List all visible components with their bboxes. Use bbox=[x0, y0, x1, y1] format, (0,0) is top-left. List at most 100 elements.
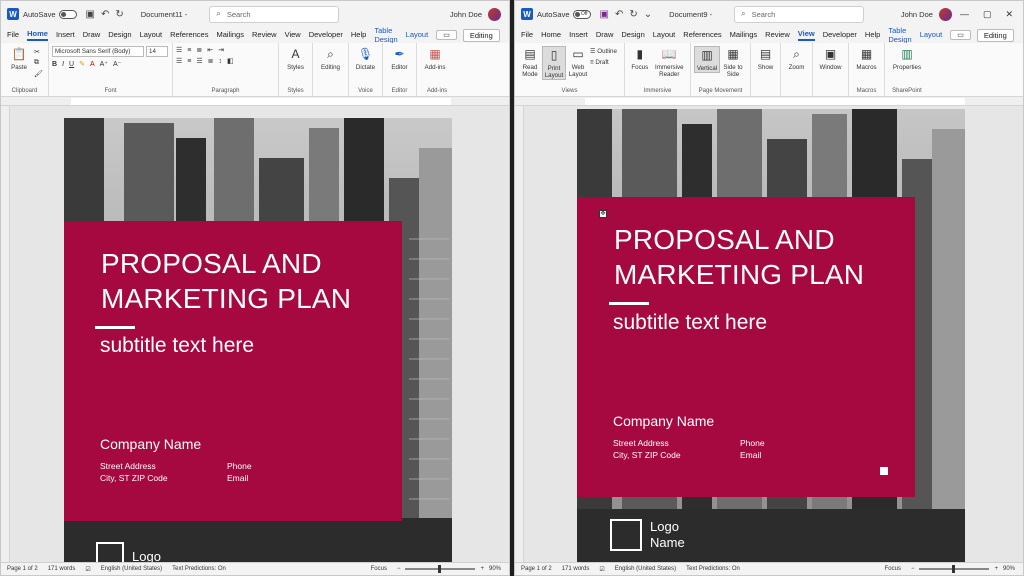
horizontal-ruler[interactable] bbox=[1, 97, 509, 106]
side-to-side-button[interactable]: ▦ Side to Side bbox=[720, 46, 746, 79]
zoom-slider[interactable] bbox=[405, 565, 476, 573]
contact-block[interactable]: Phone Email bbox=[740, 437, 765, 461]
addins-button[interactable]: ▦ Add-ins bbox=[420, 46, 450, 72]
window-button[interactable]: ▣ Window bbox=[816, 46, 845, 72]
redo-icon[interactable]: ↻ bbox=[629, 9, 637, 20]
table-move-handle[interactable]: ✥ bbox=[599, 210, 607, 218]
word-count[interactable]: 171 words bbox=[562, 566, 590, 572]
document-title[interactable]: PROPOSAL AND MARKETING PLAN bbox=[101, 246, 351, 316]
align-left-icon[interactable]: ☰ bbox=[176, 57, 182, 65]
font-size-up-icon[interactable]: A⁺ bbox=[100, 60, 108, 68]
document-page[interactable]: ✥ PROPOSAL AND MARKETING PLAN subtitle t… bbox=[577, 109, 965, 564]
horizontal-ruler[interactable] bbox=[515, 97, 1023, 106]
align-center-icon[interactable]: ≡ bbox=[187, 58, 191, 65]
tab-table-design[interactable]: Table Design bbox=[374, 26, 397, 45]
autosave-toggle[interactable]: Off bbox=[572, 9, 591, 19]
minimize-icon[interactable]: — bbox=[960, 9, 969, 20]
zoom-level[interactable]: 90% bbox=[1003, 566, 1015, 572]
align-right-icon[interactable]: ☰ bbox=[196, 57, 202, 65]
paste-button[interactable]: 📋 Paste bbox=[4, 46, 34, 72]
font-name-select[interactable]: Microsoft Sans Serif (Body) bbox=[52, 46, 144, 57]
tab-developer[interactable]: Developer bbox=[823, 30, 857, 40]
zoom-button[interactable]: ⌕ Zoom bbox=[784, 46, 809, 72]
zoom-out-icon[interactable]: − bbox=[911, 566, 915, 572]
document-page[interactable]: PROPOSAL AND MARKETING PLAN subtitle tex… bbox=[64, 118, 452, 565]
editing-mode-button[interactable]: Editing bbox=[462, 28, 500, 42]
redo-icon[interactable]: ↻ bbox=[115, 9, 123, 20]
word-count[interactable]: 171 words bbox=[48, 566, 76, 572]
immersive-reader-button[interactable]: 📖 Immersive Reader bbox=[652, 46, 687, 79]
document-subtitle[interactable]: subtitle text here bbox=[100, 334, 254, 358]
editing-button[interactable]: ⌕ Editing bbox=[316, 46, 345, 72]
tab-developer[interactable]: Developer bbox=[309, 30, 343, 40]
save-icon[interactable]: ▣ bbox=[86, 9, 95, 20]
tab-help[interactable]: Help bbox=[865, 30, 880, 40]
close-icon[interactable]: ✕ bbox=[1005, 9, 1013, 20]
avatar[interactable] bbox=[488, 7, 501, 21]
focus-button[interactable]: ▮ Focus bbox=[628, 46, 652, 72]
focus-button[interactable]: Focus bbox=[371, 566, 387, 572]
increase-indent-icon[interactable]: ⇥ bbox=[218, 46, 224, 54]
properties-button[interactable]: ▥ Properties bbox=[888, 46, 926, 72]
copy-icon[interactable]: ⧉ bbox=[34, 59, 43, 67]
undo-icon[interactable]: ↶ bbox=[101, 9, 109, 20]
logo-block[interactable]: Logo Name bbox=[610, 519, 685, 551]
proofing-icon[interactable]: ☑ bbox=[85, 566, 90, 573]
search-box[interactable]: ⌕ Search bbox=[209, 5, 340, 23]
styles-button[interactable]: A Styles bbox=[282, 46, 309, 72]
zoom-level[interactable]: 90% bbox=[489, 566, 501, 572]
numbering-icon[interactable]: ≡ bbox=[187, 47, 191, 54]
multilevel-icon[interactable]: ≣ bbox=[196, 46, 202, 54]
italic-icon[interactable]: I bbox=[62, 61, 64, 68]
save-icon[interactable]: ▣ bbox=[600, 9, 609, 20]
document-title[interactable]: PROPOSAL AND MARKETING PLAN bbox=[614, 222, 864, 292]
cut-icon[interactable]: ✂ bbox=[34, 48, 43, 56]
customize-qat-icon[interactable]: ⌄ bbox=[644, 9, 652, 20]
tab-table-layout[interactable]: Layout bbox=[406, 30, 429, 40]
show-button[interactable]: ▤ Show bbox=[754, 46, 777, 72]
tab-layout[interactable]: Layout bbox=[140, 30, 163, 40]
draft-button[interactable]: ≡ Draft bbox=[590, 59, 617, 66]
web-layout-button[interactable]: ▭ Web Layout bbox=[566, 46, 590, 79]
tab-review[interactable]: Review bbox=[252, 30, 277, 40]
text-predictions[interactable]: Text Predictions: On bbox=[172, 566, 226, 572]
undo-icon[interactable]: ↶ bbox=[615, 9, 623, 20]
tab-home[interactable]: Home bbox=[541, 30, 561, 40]
tab-file[interactable]: File bbox=[521, 30, 533, 40]
tab-draw[interactable]: Draw bbox=[83, 30, 101, 40]
address-block[interactable]: Street Address City, ST ZIP Code bbox=[613, 437, 681, 461]
table-resize-handle[interactable] bbox=[880, 467, 888, 475]
focus-button[interactable]: Focus bbox=[885, 566, 901, 572]
tab-insert[interactable]: Insert bbox=[56, 30, 75, 40]
zoom-slider[interactable] bbox=[919, 565, 990, 573]
editing-mode-button[interactable]: Editing bbox=[976, 28, 1014, 42]
text-predictions[interactable]: Text Predictions: On bbox=[686, 566, 740, 572]
tab-layout[interactable]: Layout bbox=[653, 30, 676, 40]
tab-file[interactable]: File bbox=[7, 30, 19, 40]
page-count[interactable]: Page 1 of 2 bbox=[521, 566, 552, 572]
format-painter-icon[interactable]: 🖌 bbox=[34, 70, 43, 78]
search-box[interactable]: ⌕ Search bbox=[734, 5, 865, 23]
tab-table-design[interactable]: Table Design bbox=[888, 26, 911, 45]
font-size-select[interactable]: 14 bbox=[146, 46, 168, 57]
language[interactable]: English (United States) bbox=[615, 566, 676, 572]
page-count[interactable]: Page 1 of 2 bbox=[7, 566, 38, 572]
tab-design[interactable]: Design bbox=[108, 30, 131, 40]
shading-icon[interactable]: ◧ bbox=[227, 57, 234, 65]
tab-help[interactable]: Help bbox=[351, 30, 366, 40]
font-color-icon[interactable]: A bbox=[90, 61, 95, 68]
comments-icon[interactable]: ▭ bbox=[950, 30, 971, 40]
underline-icon[interactable]: U bbox=[69, 61, 74, 68]
contact-block[interactable]: Phone Email bbox=[227, 460, 252, 484]
language[interactable]: English (United States) bbox=[101, 566, 162, 572]
bullets-icon[interactable]: ☰ bbox=[176, 46, 182, 54]
restore-icon[interactable]: ▢ bbox=[983, 9, 992, 20]
tab-mailings[interactable]: Mailings bbox=[216, 30, 244, 40]
address-block[interactable]: Street Address City, ST ZIP Code bbox=[100, 460, 168, 484]
highlight-icon[interactable]: ✎ bbox=[79, 60, 85, 68]
tab-references[interactable]: References bbox=[170, 30, 208, 40]
tab-view[interactable]: View bbox=[797, 29, 815, 41]
company-name[interactable]: Company Name bbox=[100, 436, 201, 452]
company-name[interactable]: Company Name bbox=[613, 413, 714, 429]
zoom-in-icon[interactable]: + bbox=[994, 566, 998, 572]
